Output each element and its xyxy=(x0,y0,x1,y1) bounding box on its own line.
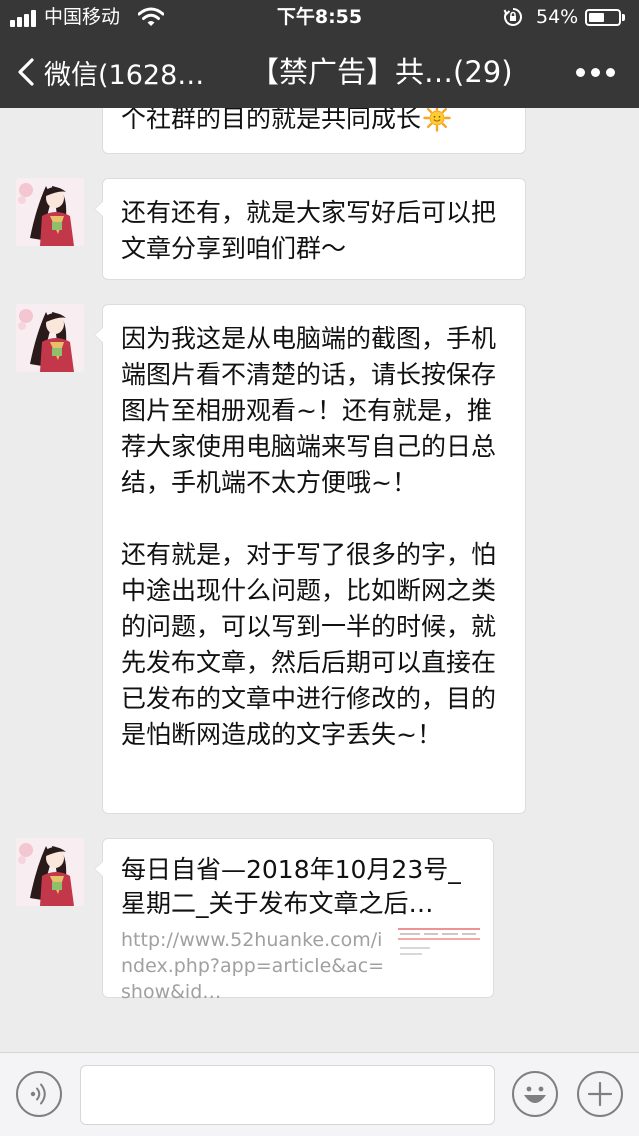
battery-icon xyxy=(585,9,621,26)
chat-message: 因为我这是从电脑端的截图，手机端图片看不清楚的话，请长按保存图片至相册观看~！还… xyxy=(0,304,639,814)
more-icon[interactable] xyxy=(572,60,620,84)
chat-message: 个社群的目的就是共同成长 xyxy=(0,108,639,154)
message-text: 个社群的目的就是共同成长 xyxy=(103,108,469,137)
message-bubble[interactable]: 因为我这是从电脑端的截图，手机端图片看不清楚的话，请长按保存图片至相册观看~！还… xyxy=(94,304,526,814)
link-card[interactable]: 每日自省—2018年10月23号_星期二_关于发布文章之后… http://ww… xyxy=(94,838,494,1003)
avatar-image xyxy=(16,838,84,906)
avatar-image xyxy=(16,178,84,246)
message-bubble[interactable]: 个社群的目的就是共同成长 xyxy=(102,108,526,154)
voice-icon xyxy=(30,1083,46,1105)
avatar[interactable] xyxy=(16,178,84,246)
avatar[interactable] xyxy=(16,838,84,906)
link-url: http://www.52huanke.com/index.php?app=ar… xyxy=(121,929,385,1003)
message-text: 因为我这是从电脑端的截图，手机端图片看不清楚的话，请长按保存图片至相册观看~！还… xyxy=(103,305,525,769)
avatar-image xyxy=(16,304,84,372)
avatar[interactable] xyxy=(16,304,84,372)
message-bubble[interactable]: 还有还有，就是大家写好后可以把文章分享到咱们群～ xyxy=(94,178,526,280)
chat-area[interactable]: 个社群的目的就是共同成长 还有还有，就是大家写好后可以把文章分享到咱们群～ 因为… xyxy=(0,108,639,1052)
rotation-lock-icon xyxy=(503,8,522,26)
plus-icon xyxy=(587,1081,613,1107)
message-paragraph: 还有就是，对于写了很多的字，怕中途出现什么问题，比如断网之类的问题，可以写到一半… xyxy=(121,540,497,749)
battery-percent: 54% xyxy=(536,6,579,28)
battery-tip xyxy=(622,14,625,21)
header: 中国移动 下午8:55 54% 微信(1628… 【禁广告】共…(29) xyxy=(0,0,639,108)
message-paragraph: 因为我这是从电脑端的截图，手机端图片看不清楚的话，请长按保存图片至相册观看~！还… xyxy=(121,324,497,497)
voice-button[interactable] xyxy=(16,1071,62,1117)
chat-message: 还有还有，就是大家写好后可以把文章分享到咱们群～ xyxy=(0,178,639,280)
input-bar xyxy=(0,1052,639,1136)
emoji-button[interactable] xyxy=(512,1071,558,1117)
message-text-content: 个社群的目的就是共同成长 xyxy=(121,108,422,133)
link-title: 每日自省—2018年10月23号_星期二_关于发布文章之后… xyxy=(121,855,461,918)
message-input[interactable] xyxy=(80,1065,495,1125)
back-label: 微信(1628… xyxy=(44,59,205,91)
link-thumbnail xyxy=(398,927,480,961)
chat-message: 每日自省—2018年10月23号_星期二_关于发布文章之后… http://ww… xyxy=(0,838,639,1003)
plus-button[interactable] xyxy=(577,1071,623,1117)
chat-title: 【禁广告】共…(29) xyxy=(250,55,513,89)
status-bar: 中国移动 下午8:55 54% xyxy=(0,0,639,36)
chevron-left-icon xyxy=(18,58,34,86)
message-text: 还有还有，就是大家写好后可以把文章分享到咱们群～ xyxy=(121,198,497,263)
sun-icon xyxy=(423,108,451,132)
battery-level xyxy=(589,13,604,22)
nav-bar: 微信(1628… 【禁广告】共…(29) xyxy=(0,36,639,108)
back-button[interactable]: 微信(1628… xyxy=(14,52,204,92)
emoji-icon xyxy=(524,1086,546,1103)
